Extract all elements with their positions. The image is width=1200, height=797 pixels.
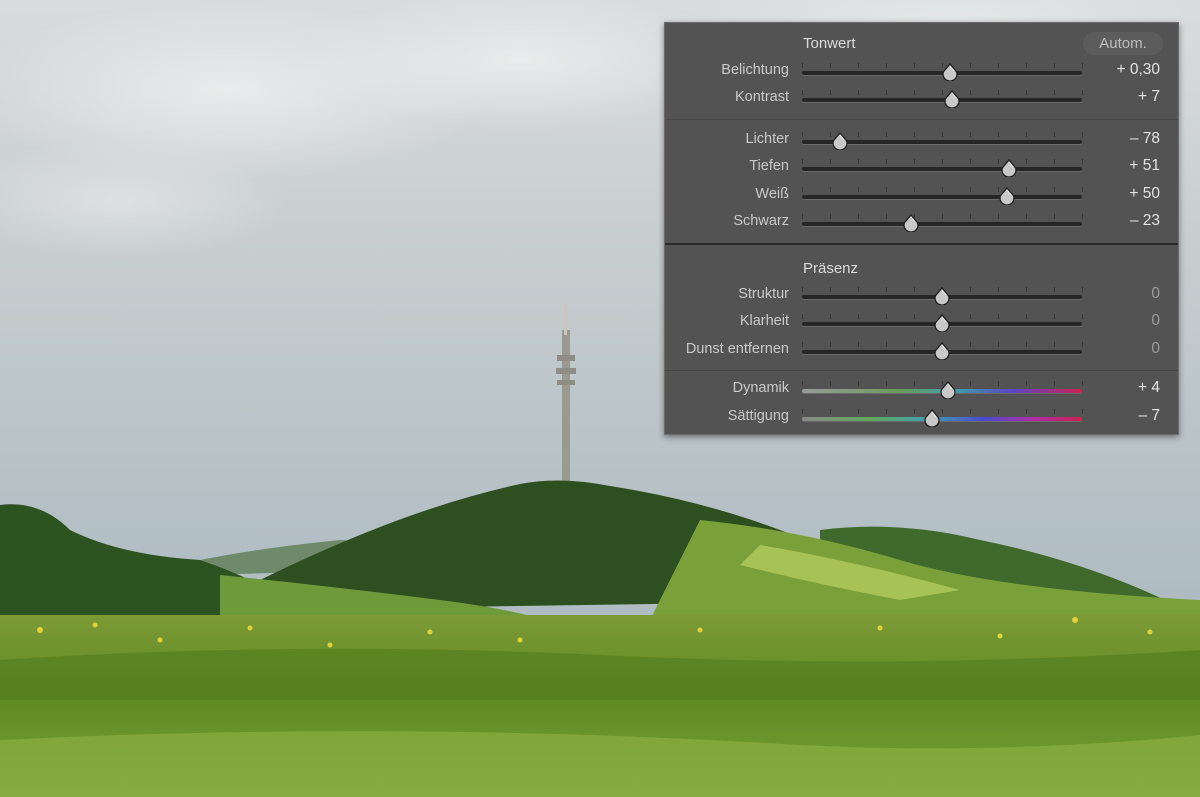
slider-ticks	[802, 90, 1083, 95]
slider-value[interactable]: + 7	[1138, 88, 1160, 106]
slider-row-s-ttigung: Sättigung – 7	[665, 406, 1178, 430]
slider-row-wei: Weiß + 50	[665, 184, 1178, 208]
slider-label: Sättigung	[727, 408, 789, 424]
slider-handle[interactable]	[999, 187, 1015, 206]
slider-row-lichter: Lichter – 78	[665, 129, 1178, 153]
slider-handle[interactable]	[934, 342, 950, 361]
slider-value[interactable]: 0	[1151, 285, 1160, 303]
slider-handle[interactable]	[942, 63, 959, 82]
slider-track[interactable]	[802, 98, 1082, 102]
slider-ticks	[802, 214, 1083, 219]
slider-label: Lichter	[745, 131, 789, 147]
slider-handle[interactable]	[934, 287, 950, 306]
slider-handle[interactable]	[944, 90, 960, 109]
slider-value[interactable]: 0	[1151, 340, 1160, 358]
slider-label: Dynamik	[732, 380, 789, 396]
slider-handle[interactable]	[939, 381, 956, 400]
slider-value[interactable]: 0	[1151, 312, 1160, 330]
slider-label: Weiß	[755, 186, 789, 202]
slider-track[interactable]	[802, 195, 1082, 199]
slider-label: Struktur	[738, 286, 789, 302]
slider-value[interactable]: + 4	[1138, 379, 1160, 397]
slider-row-dynamik: Dynamik + 4	[665, 378, 1178, 402]
slider-handle[interactable]	[903, 214, 919, 233]
slider-label: Dunst entfernen	[685, 341, 789, 357]
slider-handle[interactable]	[924, 409, 940, 428]
slider-track[interactable]	[802, 417, 1082, 421]
divider	[665, 119, 1178, 120]
slider-row-klarheit: Klarheit 0	[665, 311, 1178, 335]
slider-label: Kontrast	[735, 89, 789, 105]
slider-handle[interactable]	[934, 314, 950, 333]
slider-value[interactable]: + 0,30	[1116, 61, 1160, 79]
section-title-tone: Tonwert	[803, 35, 856, 52]
slider-label: Klarheit	[739, 313, 789, 329]
slider-track[interactable]	[802, 222, 1082, 226]
slider-row-belichtung: Belichtung + 0,30	[665, 60, 1178, 84]
slider-handle[interactable]	[1000, 159, 1017, 178]
slider-label: Tiefen	[749, 158, 789, 174]
tone-presence-panel: Tonwert Autom. Belichtung + 0,30 Kontrast +…	[664, 22, 1179, 435]
slider-handle[interactable]	[832, 132, 848, 151]
slider-label: Schwarz	[733, 213, 789, 229]
section-title-presence: Präsenz	[803, 260, 859, 277]
slider-ticks	[802, 409, 1083, 414]
slider-value[interactable]: – 23	[1130, 212, 1160, 230]
slider-row-tiefen: Tiefen + 51	[665, 156, 1178, 180]
slider-row-struktur: Struktur 0	[665, 284, 1178, 308]
section-divider	[665, 243, 1178, 245]
slider-row-dunst-entfernen: Dunst entfernen 0	[665, 339, 1178, 363]
slider-value[interactable]: – 7	[1138, 407, 1160, 425]
slider-value[interactable]: + 50	[1129, 185, 1160, 203]
slider-track[interactable]	[802, 167, 1082, 171]
slider-label: Belichtung	[721, 62, 789, 78]
slider-value[interactable]: – 78	[1130, 130, 1160, 148]
slider-value[interactable]: + 51	[1129, 157, 1160, 175]
slider-row-schwarz: Schwarz – 23	[665, 211, 1178, 235]
slider-row-kontrast: Kontrast + 7	[665, 87, 1178, 111]
slider-ticks	[802, 159, 1083, 164]
slider-ticks	[802, 187, 1083, 192]
auto-button[interactable]: Autom.	[1083, 32, 1163, 55]
divider	[665, 370, 1178, 371]
